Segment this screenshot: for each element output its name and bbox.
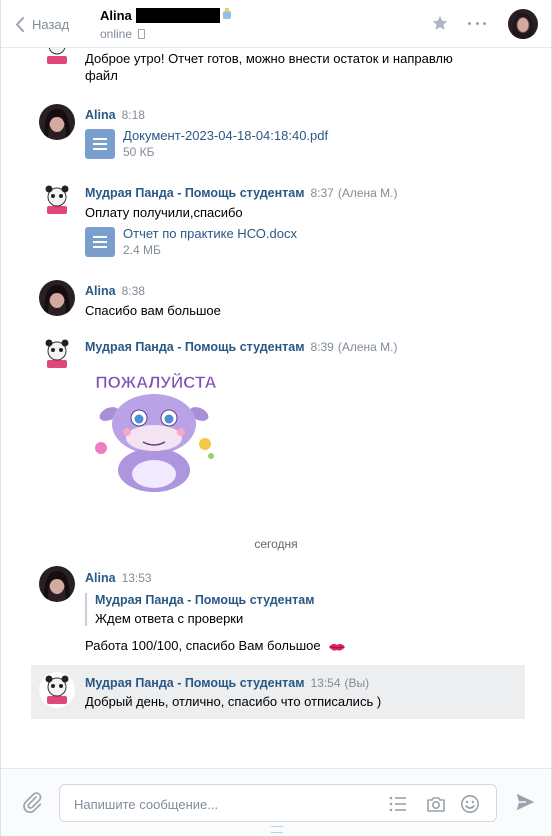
message-time[interactable]: 8:37 [310, 186, 333, 200]
chat-window: Назад Alina online Доброе утро! Отчет го… [0, 0, 552, 836]
resize-handle[interactable] [271, 826, 283, 833]
message-author[interactable]: Alina [85, 284, 116, 298]
message-time[interactable]: 8:39 [310, 340, 333, 354]
date-separator: сегодня [254, 537, 298, 551]
message-time[interactable]: 8:38 [122, 284, 145, 298]
message-subauthor: (Алена М.) [337, 340, 398, 354]
message-text: Доброе утро! Отчет готов, можно внести о… [85, 51, 453, 83]
sticker-text: ПОЖАЛУЙСТА [95, 373, 216, 392]
peer-avatar[interactable] [508, 9, 538, 39]
alina-avatar[interactable] [39, 104, 75, 140]
peer-name: Alina [100, 8, 132, 23]
message-item: Alina 8:38 Спасибо вам большое [31, 280, 525, 324]
alina-avatar[interactable] [39, 280, 75, 316]
message-author[interactable]: Мудрая Панда - Помощь студентам [85, 186, 304, 200]
back-label: Назад [32, 16, 70, 32]
peer-info[interactable]: Alina online [100, 8, 232, 41]
panda-avatar[interactable] [39, 336, 75, 372]
document-size: 50 КБ [123, 145, 155, 159]
message-author[interactable]: Мудрая Панда - Помощь студентам [85, 676, 304, 690]
paperclip-icon[interactable] [21, 791, 43, 813]
document-name[interactable]: Документ-2023-04-18-04:18:40.pdf [123, 128, 328, 143]
message-subauthor: (Алена М.) [337, 186, 398, 200]
message-item: Мудрая Панда - Помощь студентам 8:39 (Ален… [31, 336, 525, 496]
message-text: Спасибо вам большое [85, 303, 221, 318]
message-item: Мудрая Панда - Помощь студентам 8:37 (Ален… [31, 182, 525, 262]
camera-icon[interactable] [426, 794, 446, 814]
chat-header: Назад Alina online [1, 0, 551, 48]
document-size: 2.4 МБ [123, 243, 161, 257]
message-input-wrapper[interactable] [59, 784, 497, 822]
quoted-message[interactable]: Мудрая Панда - Помощь студентам Ждем отв… [85, 593, 314, 626]
panda-avatar[interactable] [39, 182, 75, 218]
message-input[interactable] [72, 793, 376, 815]
message-time[interactable]: 8:18 [122, 108, 145, 122]
emoji-icon [222, 8, 232, 23]
peer-status: online [100, 27, 133, 41]
message-composer [1, 768, 551, 836]
message-author[interactable]: Мудрая Панда - Помощь студентам [85, 340, 304, 354]
document-icon [85, 226, 115, 257]
panda-avatar[interactable] [39, 672, 75, 708]
message-item: Доброе утро! Отчет готов, можно внести о… [31, 48, 525, 86]
message-author[interactable]: Alina [85, 571, 116, 585]
more-actions-icon[interactable] [468, 14, 486, 32]
message-item-selected[interactable]: Мудрая Панда - Помощь студентам 13:54 (Вы)… [31, 665, 525, 719]
message-item: Alina 13:53 Мудрая Панда - Помощь студент… [31, 566, 525, 658]
mobile-icon [138, 29, 146, 39]
redacted-block [135, 8, 220, 23]
document-name[interactable]: Отчет по практике НСО.docx [123, 226, 297, 241]
emoji-smile-icon[interactable] [460, 794, 480, 814]
document-attachment[interactable]: Документ-2023-04-18-04:18:40.pdf 50 КБ [85, 128, 328, 159]
quote-author[interactable]: Мудрая Панда - Помощь студентам [95, 593, 314, 607]
message-time[interactable]: 13:53 [122, 571, 152, 585]
star-icon[interactable] [431, 14, 449, 32]
message-subauthor: (Вы) [344, 676, 370, 690]
message-list[interactable]: Доброе утро! Отчет готов, можно внести о… [1, 48, 551, 768]
message-item: Alina 8:18 Документ-2023-04-18-04:18:40.p… [31, 104, 525, 168]
alina-avatar[interactable] [39, 566, 75, 602]
message-text: Работа 100/100, спасибо Вам большое [85, 638, 321, 653]
quote-text: Ждем ответа с проверки [95, 611, 244, 626]
document-attachment[interactable]: Отчет по практике НСО.docx 2.4 МБ [85, 226, 297, 257]
message-text: Добрый день, отлично, спасибо что отписа… [85, 694, 382, 709]
kiss-lips-icon [329, 643, 346, 651]
message-time[interactable]: 13:54 [310, 676, 340, 690]
back-button[interactable]: Назад [15, 13, 69, 35]
sticker[interactable]: ПОЖАЛУЙСТА [91, 366, 221, 494]
message-text: Оплату получили,спасибо [85, 205, 243, 220]
message-author[interactable]: Alina [85, 108, 116, 122]
document-icon [85, 128, 115, 159]
send-icon[interactable] [514, 791, 536, 813]
panda-avatar[interactable] [39, 48, 75, 70]
chevron-left-icon [16, 16, 24, 32]
templates-list-icon[interactable] [388, 794, 408, 814]
